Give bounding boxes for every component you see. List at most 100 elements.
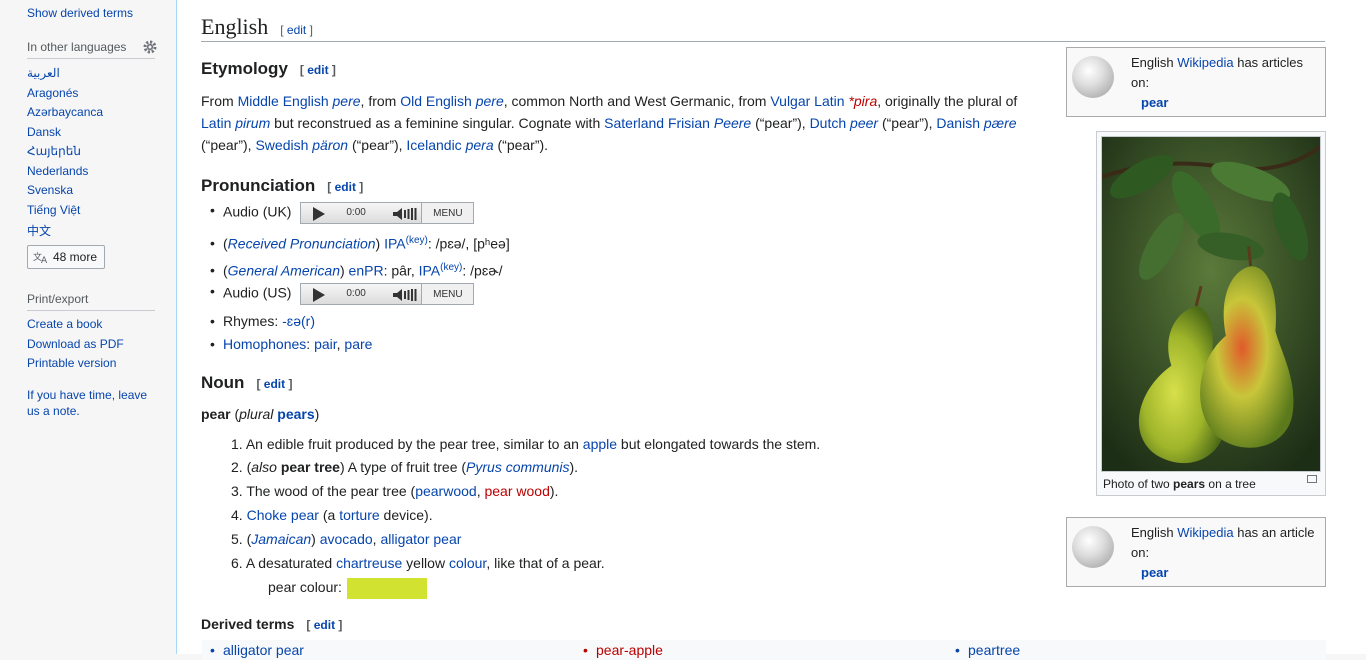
text: , from (360, 93, 401, 109)
link-pirum[interactable]: pirum (235, 115, 270, 131)
link-paere[interactable]: pære (984, 115, 1017, 131)
player-menu-button[interactable]: MENU (421, 203, 474, 223)
edit-section: [ edit ] (299, 63, 336, 77)
link-jamaican[interactable]: Jamaican (251, 531, 311, 547)
audio-uk-item: Audio (UK) 0:00 MENU (210, 202, 475, 224)
edit-link[interactable]: edit (307, 63, 328, 77)
received-pronunciation-link[interactable]: Received Pronunciation (228, 236, 376, 252)
content-area: English [ edit ] Etymology [ edit ] From M… (176, 0, 1366, 660)
link-pere[interactable]: pere (333, 93, 361, 109)
text: Photo of two (1103, 477, 1174, 491)
volume-icon[interactable] (393, 207, 417, 221)
show-derived-terms-link[interactable]: Show derived terms (27, 6, 133, 20)
link-avocado[interactable]: avocado (320, 531, 373, 547)
homophones-link[interactable]: Homophones (223, 336, 306, 352)
language-link-zh[interactable]: 中文 (27, 222, 51, 239)
pear-photo[interactable] (1101, 136, 1321, 472)
edit-link[interactable]: edit (287, 23, 306, 37)
link-middle-english[interactable]: Middle English (238, 93, 329, 109)
link-saterland-frisian[interactable]: Saterland Frisian (604, 115, 710, 131)
download-pdf-link[interactable]: Download as PDF (27, 337, 124, 351)
link-pear-wood-redlink[interactable]: pear wood (484, 483, 549, 499)
wikipedia-link[interactable]: Wikipedia (1177, 55, 1233, 70)
language-link-hy[interactable]: Հայերեն (27, 144, 81, 158)
text: , common North and West Germanic, from (503, 93, 771, 109)
etymology-heading: Etymology [ edit ] (201, 59, 336, 79)
audio-player-us[interactable]: 0:00 MENU (300, 283, 475, 305)
ipa-key-link[interactable]: (key) (440, 262, 462, 273)
link-pyrus-communis[interactable]: Pyrus communis (466, 459, 569, 475)
language-link-ar[interactable]: العربية (27, 66, 60, 80)
create-book-link[interactable]: Create a book (27, 317, 102, 331)
leave-note-link[interactable]: If you have time, leave us a note. (27, 387, 162, 419)
link-vulgar-latin[interactable]: Vulgar Latin (770, 93, 844, 109)
link-swedish[interactable]: Swedish (255, 137, 308, 153)
wikipedia-box: English Wikipedia has an article on: pea… (1066, 517, 1326, 587)
pear-colour-swatch (346, 577, 427, 599)
link-torture[interactable]: torture (339, 507, 379, 523)
volume-icon[interactable] (393, 288, 417, 302)
derived-term-redlink[interactable]: pear-apple (583, 642, 663, 658)
edit-link[interactable]: edit (335, 180, 356, 194)
derived-term-link[interactable]: alligator pear (210, 642, 304, 658)
language-link-an[interactable]: Aragonés (27, 86, 78, 100)
derived-term-link[interactable]: peartree (955, 642, 1020, 658)
edit-link[interactable]: edit (314, 618, 335, 632)
link-colour[interactable]: colour (449, 555, 486, 571)
link-peer[interactable]: peer (850, 115, 878, 131)
homophone-pare-link[interactable]: pare (344, 336, 372, 352)
ipa-link[interactable]: IPA (384, 236, 406, 252)
player-menu-button[interactable]: MENU (421, 284, 474, 304)
link-old-english[interactable]: Old English (400, 93, 472, 109)
sense-1: 1. An edible fruit produced by the pear … (231, 436, 820, 452)
gear-icon[interactable] (143, 40, 157, 54)
headword-line: pear (plural pears) (201, 403, 319, 425)
more-languages-button[interactable]: 文 A 48 more (27, 245, 105, 269)
link-icelandic[interactable]: Icelandic (406, 137, 461, 153)
text: : (306, 336, 315, 352)
language-link-nl[interactable]: Nederlands (27, 164, 88, 178)
play-icon[interactable] (313, 288, 326, 302)
audio-player-uk[interactable]: 0:00 MENU (300, 202, 475, 224)
enpr-link[interactable]: enPR (349, 263, 384, 279)
general-american-link[interactable]: General American (228, 263, 340, 279)
link-pearwood[interactable]: pearwood (415, 483, 477, 499)
text: (“pear”), (751, 115, 810, 131)
enlarge-icon[interactable] (1307, 475, 1317, 483)
plural-pears-link[interactable]: pears (277, 406, 314, 422)
language-link-sv[interactable]: Svenska (27, 183, 73, 197)
homophone-pair-link[interactable]: pair (314, 336, 337, 352)
edit-link[interactable]: edit (264, 377, 285, 391)
link-paron[interactable]: päron (312, 137, 348, 153)
link-pera[interactable]: pera (466, 137, 494, 153)
link-pira-redlink[interactable]: *pira (848, 93, 877, 109)
wikipedia-link[interactable]: Wikipedia (1177, 525, 1233, 540)
sense-3: 3. The wood of the pear tree (pearwood, … (231, 483, 558, 499)
link-danish[interactable]: Danish (936, 115, 980, 131)
printable-version-link[interactable]: Printable version (27, 356, 116, 370)
link-alligator-pear[interactable]: alligator pear (380, 531, 461, 547)
wikipedia-article-link[interactable]: pear (1141, 95, 1168, 110)
enpr-value: : pâr, (383, 262, 419, 279)
sense-number: 1. (231, 436, 243, 452)
text: The wood of the pear tree ( (246, 483, 416, 499)
play-icon[interactable] (313, 207, 326, 221)
language-link-vi[interactable]: Tiếng Việt (27, 203, 80, 217)
ipa-link[interactable]: IPA (419, 263, 441, 279)
image-thumbnail: Photo of two pears on a tree (1096, 131, 1326, 496)
wikipedia-box-text: English Wikipedia has an article on: pea… (1131, 523, 1321, 583)
rhymes-link[interactable]: -ɛə(r) (282, 313, 315, 329)
wikipedia-article-link[interactable]: pear (1141, 565, 1168, 580)
link-dutch[interactable]: Dutch (810, 115, 847, 131)
link-chartreuse[interactable]: chartreuse (336, 555, 402, 571)
ipa-key-link[interactable]: (key) (406, 235, 428, 246)
link-choke-pear[interactable]: Choke pear (247, 507, 319, 523)
language-link-da[interactable]: Dansk (27, 125, 61, 139)
link-apple[interactable]: apple (583, 436, 617, 452)
link-pere-oe[interactable]: pere (476, 93, 504, 109)
link-latin[interactable]: Latin (201, 115, 231, 131)
language-link-az[interactable]: Azərbaycanca (27, 105, 103, 119)
audio-us-label: Audio (US) (223, 284, 292, 301)
link-peere[interactable]: Peere (714, 115, 751, 131)
player-time: 0:00 (346, 207, 366, 218)
